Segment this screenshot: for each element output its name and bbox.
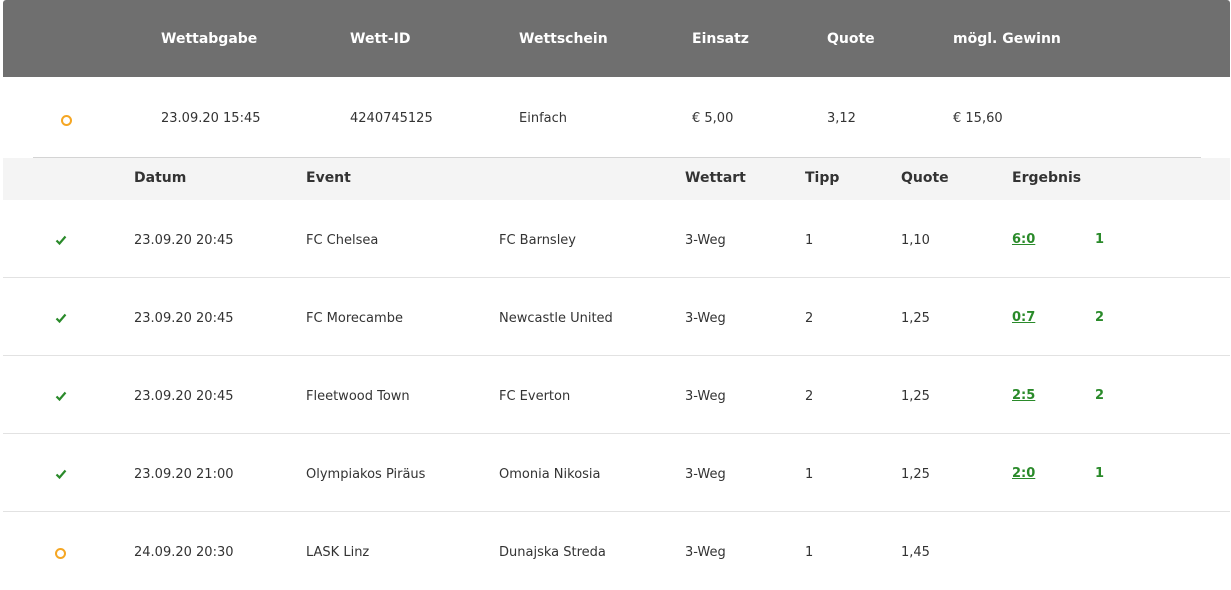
header-potential-win: mögl. Gewinn [953, 31, 1061, 47]
table-row: 23.09.20 20:45 Fleetwood Town FC Everton… [3, 355, 1230, 434]
row-odds: 1,25 [901, 467, 930, 482]
check-icon [55, 391, 67, 402]
row-tip: 2 [805, 389, 814, 404]
row-date: 23.09.20 20:45 [134, 389, 234, 404]
row-market: 3-Weg [685, 467, 726, 482]
col-date: Datum [134, 170, 187, 186]
check-icon [55, 313, 67, 324]
pending-ring-icon [61, 115, 72, 126]
row-date: 23.09.20 21:00 [134, 467, 234, 482]
table-row: 24.09.20 20:30 LASK Linz Dunajska Streda… [3, 511, 1230, 590]
row-odds: 1,25 [901, 389, 930, 404]
row-score-link[interactable]: 6:0 [1012, 232, 1035, 247]
header-slip-type: Wettschein [519, 31, 608, 47]
row-score-link[interactable]: 0:7 [1012, 310, 1035, 325]
table-row: 23.09.20 20:45 FC Chelsea FC Barnsley 3-… [3, 200, 1230, 278]
row-home-team: FC Chelsea [306, 233, 379, 248]
row-away-team: Omonia Nikosia [499, 467, 601, 482]
row-score-link[interactable]: 2:0 [1012, 466, 1035, 481]
col-odds: Quote [901, 170, 949, 186]
row-tip: 1 [805, 545, 814, 560]
bet-id-value: 4240745125 [350, 111, 433, 126]
col-result: Ergebnis [1012, 170, 1082, 186]
header-placed: Wettabgabe [161, 31, 258, 47]
row-market: 3-Weg [685, 233, 726, 248]
bet-summary-row: 23.09.20 15:45 4240745125 Einfach € 5,00… [3, 77, 1230, 157]
row-outcome: 1 [1095, 466, 1105, 481]
row-odds: 1,45 [901, 545, 930, 560]
row-home-team: FC Morecambe [306, 311, 403, 326]
row-away-team: Dunajska Streda [499, 545, 606, 560]
col-event: Event [306, 170, 351, 186]
row-away-team: FC Barnsley [499, 233, 577, 248]
row-outcome: 2 [1095, 388, 1105, 403]
row-away-team: Newcastle United [499, 311, 613, 326]
row-outcome: 2 [1095, 310, 1105, 325]
row-score-link[interactable]: 2:5 [1012, 388, 1035, 403]
row-home-team: Fleetwood Town [306, 389, 410, 404]
row-home-team: LASK Linz [306, 545, 370, 560]
row-market: 3-Weg [685, 545, 726, 560]
header-odds: Quote [827, 31, 875, 47]
header-bet-id: Wett-ID [350, 31, 411, 47]
row-tip: 2 [805, 311, 814, 326]
row-away-team: FC Everton [499, 389, 571, 404]
row-tip: 1 [805, 233, 814, 248]
bet-odds-value: 3,12 [827, 111, 856, 126]
header-stake: Einsatz [692, 31, 749, 47]
row-date: 23.09.20 20:45 [134, 233, 234, 248]
row-outcome: 1 [1095, 232, 1105, 247]
row-market: 3-Weg [685, 311, 726, 326]
pending-ring-icon [55, 548, 66, 559]
bet-stake-value: € 5,00 [692, 111, 734, 126]
bet-placed-value: 23.09.20 15:45 [161, 111, 261, 126]
bet-details-panel: Wettabgabe Wett-ID Wettschein Einsatz Qu… [3, 0, 1230, 588]
row-date: 24.09.20 20:30 [134, 545, 234, 560]
row-home-team: Olympiakos Piräus [306, 467, 426, 482]
bet-header-bar: Wettabgabe Wett-ID Wettschein Einsatz Qu… [3, 0, 1230, 77]
check-icon [55, 235, 67, 246]
row-odds: 1,10 [901, 233, 930, 248]
bet-potential-win-value: € 15,60 [953, 111, 1003, 126]
check-icon [55, 469, 67, 480]
row-market: 3-Weg [685, 389, 726, 404]
row-tip: 1 [805, 467, 814, 482]
row-odds: 1,25 [901, 311, 930, 326]
row-date: 23.09.20 20:45 [134, 311, 234, 326]
col-tip: Tipp [805, 170, 840, 186]
col-market: Wettart [685, 170, 746, 186]
table-row: 23.09.20 21:00 Olympiakos Piräus Omonia … [3, 433, 1230, 512]
selections-header: Datum Event Wettart Tipp Quote Ergebnis [3, 158, 1230, 200]
bet-type-value: Einfach [519, 111, 567, 126]
table-row: 23.09.20 20:45 FC Morecambe Newcastle Un… [3, 277, 1230, 356]
